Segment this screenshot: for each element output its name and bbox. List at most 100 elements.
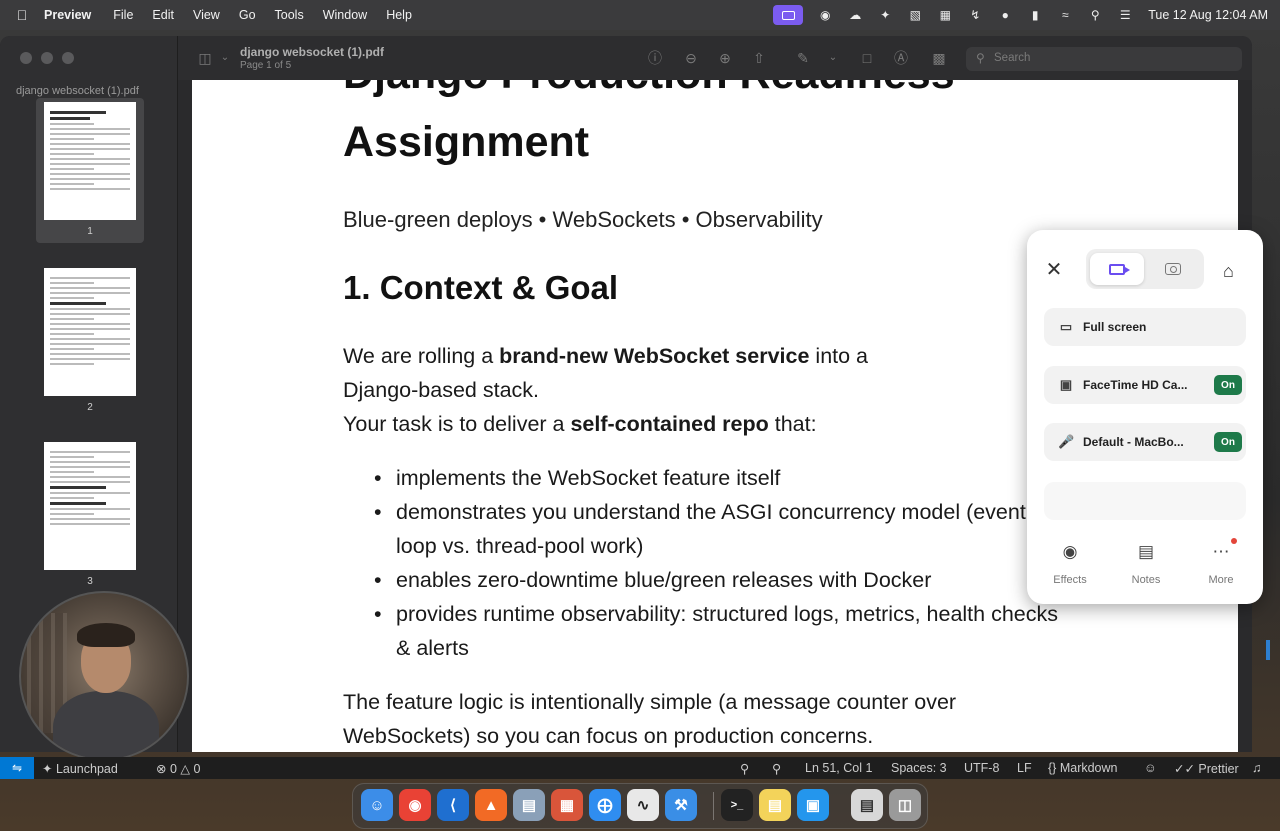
control-center-icon[interactable]: ☰ — [1117, 8, 1133, 22]
microphone-icon: 🎤 — [1058, 434, 1075, 449]
dock-activity-monitor-icon[interactable]: ∿ — [627, 789, 659, 821]
dock-docker-icon[interactable]: ▣ — [797, 789, 829, 821]
spotlight-search-icon[interactable]: ⚲ — [1087, 8, 1103, 22]
close-icon[interactable]: ✕ — [1044, 260, 1064, 280]
eol-status[interactable]: LF — [1017, 761, 1032, 775]
menu-window[interactable]: Window — [323, 8, 367, 22]
weather-icon[interactable]: ☁ — [847, 8, 863, 22]
closing-paragraph: The feature logic is intentionally simpl… — [343, 690, 957, 748]
document-page-count: Page 1 of 5 — [240, 60, 292, 71]
feather-icon[interactable]: ✦ — [877, 8, 893, 22]
list-item: provides runtime observability: structur… — [374, 597, 1068, 665]
apple-menu-icon[interactable]:  — [0, 7, 44, 23]
source-microphone[interactable]: 🎤 Default - MacBo... On — [1044, 423, 1246, 461]
preview-toolbar: ◫ ⌄ django websocket (1).pdf Page 1 of 5… — [178, 36, 1252, 80]
dock-xcode-icon[interactable]: ⚒ — [665, 789, 697, 821]
menu-file[interactable]: File — [113, 8, 133, 22]
photo-camera-icon — [1165, 263, 1181, 275]
search-icon: ⚲ — [976, 51, 985, 65]
notification-dot — [1231, 538, 1237, 544]
zoom-out-icon[interactable]: ⊖ — [682, 49, 700, 67]
window-controls — [20, 52, 74, 64]
wifi-icon[interactable]: ≈ — [1057, 8, 1073, 22]
user-icon[interactable]: ● — [997, 8, 1013, 22]
copilot-icon[interactable]: ☺ — [1144, 761, 1157, 775]
monitor-icon: ▭ — [1059, 319, 1073, 334]
menu-clock[interactable]: Tue 12 Aug 12:04 AM — [1148, 8, 1268, 22]
remote-connection-icon[interactable]: ⇋ — [0, 757, 34, 779]
annotate-icon[interactable]: Ⓐ — [892, 49, 910, 67]
screen-record-icon[interactable] — [773, 5, 804, 25]
camera-icon: ▣ — [1059, 377, 1073, 392]
notifications-bell-icon[interactable]: ♫ — [1252, 761, 1261, 775]
menu-view[interactable]: View — [193, 8, 220, 22]
chevron-down-icon[interactable]: ⌄ — [216, 49, 234, 67]
menu-go[interactable]: Go — [239, 8, 256, 22]
requirements-list: implements the WebSocket feature itself … — [374, 461, 1078, 665]
thumbnail-page-1[interactable]: 1 — [36, 98, 144, 243]
thumbnail-page-2[interactable]: 2 — [36, 268, 144, 413]
document-heading-top: Django Production Readiness — [343, 80, 955, 99]
grid-icon[interactable]: ▦ — [937, 8, 953, 22]
minimize-window-button[interactable] — [41, 52, 53, 64]
menu-tools[interactable]: Tools — [275, 8, 304, 22]
screenshot-mode-button[interactable] — [1146, 253, 1200, 285]
launchpad-status[interactable]: ✦ Launchpad — [42, 761, 118, 776]
section-title: 1. Context & Goal — [343, 269, 619, 306]
menu-help[interactable]: Help — [386, 8, 412, 22]
webcam-preview[interactable] — [19, 591, 189, 761]
scroll-indicator — [1266, 640, 1270, 660]
dock-notes-icon[interactable]: ▤ — [759, 789, 791, 821]
menu-app-name[interactable]: Preview — [44, 8, 91, 22]
dock-launchpad-icon[interactable]: ▦ — [551, 789, 583, 821]
prettier-status[interactable]: ✓✓ Prettier — [1174, 761, 1239, 776]
source-label: FaceTime HD Ca... — [1083, 378, 1188, 392]
dock-brave-icon[interactable]: ▲ — [475, 789, 507, 821]
robot-icon[interactable]: ▧ — [907, 8, 923, 22]
indentation-status[interactable]: Spaces: 3 — [891, 761, 947, 775]
markup-pen-icon[interactable]: ✎ — [794, 49, 812, 67]
document-title: django websocket (1).pdf — [240, 45, 385, 59]
microphone-toggle[interactable]: On — [1214, 432, 1242, 452]
home-icon[interactable]: ⌂ — [1223, 261, 1234, 282]
location-pin-icon[interactable]: ⚲ — [740, 761, 749, 776]
battery-icon[interactable]: ▮ — [1027, 8, 1043, 22]
source-full-screen[interactable]: ▭ Full screen — [1044, 308, 1246, 346]
camera-toggle[interactable]: On — [1214, 375, 1242, 395]
sidebar-toggle-icon[interactable]: ◫ — [196, 49, 214, 67]
effects-button[interactable]: ◉ Effects — [1040, 542, 1100, 586]
form-fill-icon[interactable]: ▩ — [930, 49, 948, 67]
cursor-position[interactable]: Ln 51, Col 1 — [805, 761, 872, 775]
chevron-down-icon[interactable]: ⌄ — [824, 49, 842, 67]
app-status-icon[interactable]: ◉ — [817, 8, 833, 22]
dock-terminal-icon[interactable]: >_ — [721, 789, 753, 821]
rotate-icon[interactable]: □ — [858, 49, 876, 67]
video-mode-button[interactable] — [1090, 253, 1144, 285]
dock-archive-icon[interactable]: ▤ — [851, 789, 883, 821]
dock-safari-icon[interactable]: ⨁ — [589, 789, 621, 821]
info-icon[interactable]: ⓘ — [646, 49, 664, 67]
dock-vscode-icon[interactable]: ⟨ — [437, 789, 469, 821]
encoding-status[interactable]: UTF-8 — [964, 761, 999, 775]
menu-edit[interactable]: Edit — [152, 8, 174, 22]
source-label: Default - MacBo... — [1083, 435, 1184, 449]
close-window-button[interactable] — [20, 52, 32, 64]
source-label: Full screen — [1083, 320, 1147, 334]
problems-status[interactable]: ⊗ 0 △ 0 — [156, 761, 200, 776]
dock-trash-icon[interactable]: ◫ — [889, 789, 921, 821]
dock-chrome-icon[interactable]: ◉ — [399, 789, 431, 821]
zoom-status-icon[interactable]: ⚲ — [772, 761, 781, 776]
search-input[interactable]: ⚲ Search — [966, 47, 1242, 71]
share-icon[interactable]: ⇧ — [750, 49, 768, 67]
more-button[interactable]: ⋯ More — [1191, 538, 1251, 586]
dock-finder-icon[interactable]: ☺ — [361, 789, 393, 821]
zoom-window-button[interactable] — [62, 52, 74, 64]
thumbnail-page-3[interactable]: 3 — [36, 442, 144, 587]
source-camera[interactable]: ▣ FaceTime HD Ca... On — [1044, 366, 1246, 404]
zoom-in-icon[interactable]: ⊕ — [716, 49, 734, 67]
dock-preview-icon[interactable]: ▤ — [513, 789, 545, 821]
notes-button[interactable]: ▤ Notes — [1116, 542, 1176, 586]
empty-source-slot[interactable] — [1044, 482, 1246, 520]
bluetooth-icon[interactable]: ↯ — [967, 8, 983, 22]
language-mode[interactable]: {} Markdown — [1048, 761, 1118, 775]
